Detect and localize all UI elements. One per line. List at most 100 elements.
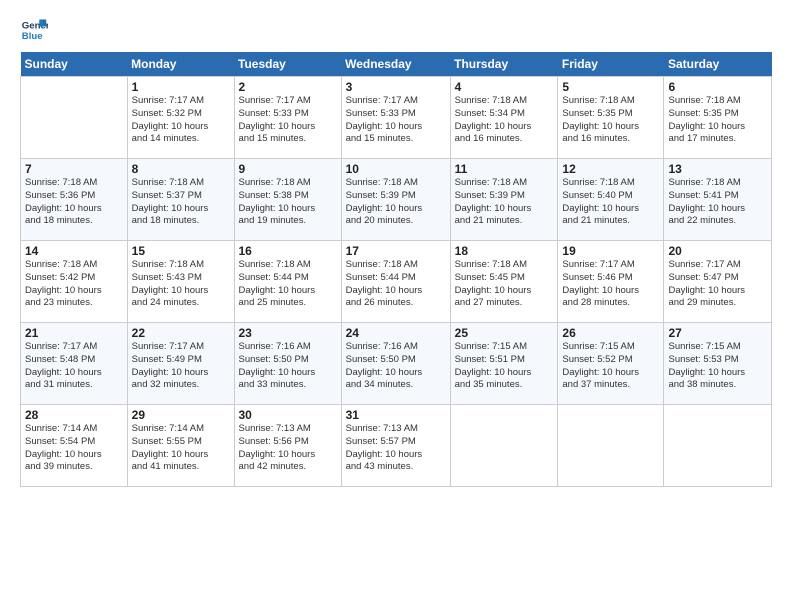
day-number: 6 — [668, 80, 767, 94]
logo: General Blue — [20, 16, 52, 44]
day-cell: 9Sunrise: 7:18 AM Sunset: 5:38 PM Daylig… — [234, 159, 341, 241]
day-info: Sunrise: 7:18 AM Sunset: 5:42 PM Dayligh… — [25, 259, 123, 310]
day-cell — [21, 77, 128, 159]
day-number: 13 — [668, 162, 767, 176]
col-thursday: Thursday — [450, 52, 558, 77]
day-cell: 21Sunrise: 7:17 AM Sunset: 5:48 PM Dayli… — [21, 323, 128, 405]
day-cell: 18Sunrise: 7:18 AM Sunset: 5:45 PM Dayli… — [450, 241, 558, 323]
day-cell: 29Sunrise: 7:14 AM Sunset: 5:55 PM Dayli… — [127, 405, 234, 487]
day-cell — [558, 405, 664, 487]
day-info: Sunrise: 7:18 AM Sunset: 5:34 PM Dayligh… — [455, 95, 554, 146]
col-wednesday: Wednesday — [341, 52, 450, 77]
day-info: Sunrise: 7:18 AM Sunset: 5:35 PM Dayligh… — [562, 95, 659, 146]
day-cell: 14Sunrise: 7:18 AM Sunset: 5:42 PM Dayli… — [21, 241, 128, 323]
day-cell: 23Sunrise: 7:16 AM Sunset: 5:50 PM Dayli… — [234, 323, 341, 405]
header-row: SundayMondayTuesdayWednesdayThursdayFrid… — [21, 52, 772, 77]
day-info: Sunrise: 7:18 AM Sunset: 5:45 PM Dayligh… — [455, 259, 554, 310]
day-info: Sunrise: 7:16 AM Sunset: 5:50 PM Dayligh… — [346, 341, 446, 392]
day-cell: 20Sunrise: 7:17 AM Sunset: 5:47 PM Dayli… — [664, 241, 772, 323]
day-info: Sunrise: 7:14 AM Sunset: 5:54 PM Dayligh… — [25, 423, 123, 474]
day-number: 27 — [668, 326, 767, 340]
day-info: Sunrise: 7:17 AM Sunset: 5:49 PM Dayligh… — [132, 341, 230, 392]
day-number: 25 — [455, 326, 554, 340]
day-number: 16 — [239, 244, 337, 258]
day-cell: 4Sunrise: 7:18 AM Sunset: 5:34 PM Daylig… — [450, 77, 558, 159]
week-row-1: 1Sunrise: 7:17 AM Sunset: 5:32 PM Daylig… — [21, 77, 772, 159]
day-info: Sunrise: 7:18 AM Sunset: 5:43 PM Dayligh… — [132, 259, 230, 310]
day-info: Sunrise: 7:18 AM Sunset: 5:35 PM Dayligh… — [668, 95, 767, 146]
day-number: 3 — [346, 80, 446, 94]
day-info: Sunrise: 7:18 AM Sunset: 5:39 PM Dayligh… — [455, 177, 554, 228]
day-cell: 7Sunrise: 7:18 AM Sunset: 5:36 PM Daylig… — [21, 159, 128, 241]
calendar-table: SundayMondayTuesdayWednesdayThursdayFrid… — [20, 52, 772, 487]
day-cell: 13Sunrise: 7:18 AM Sunset: 5:41 PM Dayli… — [664, 159, 772, 241]
day-number: 11 — [455, 162, 554, 176]
day-number: 31 — [346, 408, 446, 422]
day-info: Sunrise: 7:15 AM Sunset: 5:52 PM Dayligh… — [562, 341, 659, 392]
day-number: 15 — [132, 244, 230, 258]
day-info: Sunrise: 7:13 AM Sunset: 5:57 PM Dayligh… — [346, 423, 446, 474]
day-number: 28 — [25, 408, 123, 422]
day-info: Sunrise: 7:13 AM Sunset: 5:56 PM Dayligh… — [239, 423, 337, 474]
day-info: Sunrise: 7:16 AM Sunset: 5:50 PM Dayligh… — [239, 341, 337, 392]
day-info: Sunrise: 7:18 AM Sunset: 5:44 PM Dayligh… — [239, 259, 337, 310]
day-number: 20 — [668, 244, 767, 258]
col-monday: Monday — [127, 52, 234, 77]
day-number: 4 — [455, 80, 554, 94]
day-number: 22 — [132, 326, 230, 340]
day-info: Sunrise: 7:15 AM Sunset: 5:51 PM Dayligh… — [455, 341, 554, 392]
col-friday: Friday — [558, 52, 664, 77]
day-number: 26 — [562, 326, 659, 340]
day-number: 23 — [239, 326, 337, 340]
day-number: 17 — [346, 244, 446, 258]
day-cell — [664, 405, 772, 487]
day-info: Sunrise: 7:18 AM Sunset: 5:44 PM Dayligh… — [346, 259, 446, 310]
day-cell: 16Sunrise: 7:18 AM Sunset: 5:44 PM Dayli… — [234, 241, 341, 323]
day-number: 12 — [562, 162, 659, 176]
day-cell: 8Sunrise: 7:18 AM Sunset: 5:37 PM Daylig… — [127, 159, 234, 241]
day-number: 14 — [25, 244, 123, 258]
logo-icon: General Blue — [20, 16, 48, 44]
day-info: Sunrise: 7:18 AM Sunset: 5:40 PM Dayligh… — [562, 177, 659, 228]
day-info: Sunrise: 7:18 AM Sunset: 5:39 PM Dayligh… — [346, 177, 446, 228]
day-number: 24 — [346, 326, 446, 340]
day-info: Sunrise: 7:18 AM Sunset: 5:37 PM Dayligh… — [132, 177, 230, 228]
day-info: Sunrise: 7:17 AM Sunset: 5:48 PM Dayligh… — [25, 341, 123, 392]
day-number: 7 — [25, 162, 123, 176]
day-cell: 10Sunrise: 7:18 AM Sunset: 5:39 PM Dayli… — [341, 159, 450, 241]
day-cell: 25Sunrise: 7:15 AM Sunset: 5:51 PM Dayli… — [450, 323, 558, 405]
day-info: Sunrise: 7:17 AM Sunset: 5:33 PM Dayligh… — [346, 95, 446, 146]
day-cell: 19Sunrise: 7:17 AM Sunset: 5:46 PM Dayli… — [558, 241, 664, 323]
day-number: 9 — [239, 162, 337, 176]
day-number: 29 — [132, 408, 230, 422]
svg-text:Blue: Blue — [22, 31, 43, 42]
day-cell: 24Sunrise: 7:16 AM Sunset: 5:50 PM Dayli… — [341, 323, 450, 405]
day-number: 18 — [455, 244, 554, 258]
col-saturday: Saturday — [664, 52, 772, 77]
day-cell: 1Sunrise: 7:17 AM Sunset: 5:32 PM Daylig… — [127, 77, 234, 159]
day-cell — [450, 405, 558, 487]
day-cell: 17Sunrise: 7:18 AM Sunset: 5:44 PM Dayli… — [341, 241, 450, 323]
week-row-4: 21Sunrise: 7:17 AM Sunset: 5:48 PM Dayli… — [21, 323, 772, 405]
day-number: 5 — [562, 80, 659, 94]
week-row-2: 7Sunrise: 7:18 AM Sunset: 5:36 PM Daylig… — [21, 159, 772, 241]
week-row-5: 28Sunrise: 7:14 AM Sunset: 5:54 PM Dayli… — [21, 405, 772, 487]
day-info: Sunrise: 7:14 AM Sunset: 5:55 PM Dayligh… — [132, 423, 230, 474]
day-cell: 31Sunrise: 7:13 AM Sunset: 5:57 PM Dayli… — [341, 405, 450, 487]
day-cell: 27Sunrise: 7:15 AM Sunset: 5:53 PM Dayli… — [664, 323, 772, 405]
day-cell: 2Sunrise: 7:17 AM Sunset: 5:33 PM Daylig… — [234, 77, 341, 159]
day-cell: 22Sunrise: 7:17 AM Sunset: 5:49 PM Dayli… — [127, 323, 234, 405]
day-number: 8 — [132, 162, 230, 176]
day-cell: 26Sunrise: 7:15 AM Sunset: 5:52 PM Dayli… — [558, 323, 664, 405]
day-number: 21 — [25, 326, 123, 340]
day-cell: 6Sunrise: 7:18 AM Sunset: 5:35 PM Daylig… — [664, 77, 772, 159]
day-number: 10 — [346, 162, 446, 176]
day-info: Sunrise: 7:18 AM Sunset: 5:41 PM Dayligh… — [668, 177, 767, 228]
day-info: Sunrise: 7:17 AM Sunset: 5:47 PM Dayligh… — [668, 259, 767, 310]
col-sunday: Sunday — [21, 52, 128, 77]
page-container: General Blue SundayMondayTuesdayWednesda… — [0, 0, 792, 497]
day-info: Sunrise: 7:17 AM Sunset: 5:32 PM Dayligh… — [132, 95, 230, 146]
col-tuesday: Tuesday — [234, 52, 341, 77]
day-cell: 12Sunrise: 7:18 AM Sunset: 5:40 PM Dayli… — [558, 159, 664, 241]
day-number: 19 — [562, 244, 659, 258]
